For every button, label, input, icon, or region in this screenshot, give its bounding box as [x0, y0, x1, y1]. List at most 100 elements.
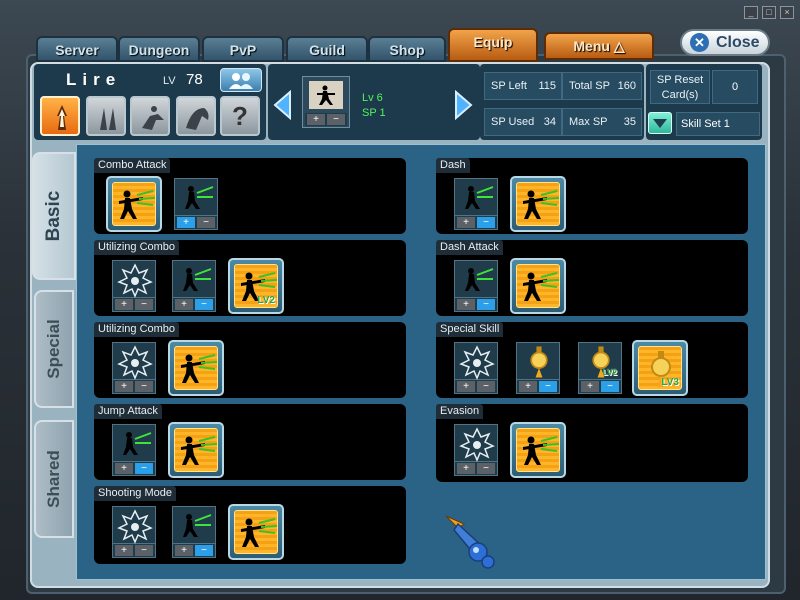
selected-skill-slot[interactable]: + −: [302, 76, 350, 128]
tab-pvp[interactable]: PvP: [202, 36, 284, 62]
minus-button[interactable]: −: [135, 545, 153, 556]
skill-card[interactable]: LV3: [632, 340, 688, 396]
plus-button[interactable]: +: [115, 463, 133, 474]
minus-button[interactable]: −: [539, 381, 557, 392]
skill-slot[interactable]: + −: [454, 260, 498, 312]
plus-button[interactable]: +: [115, 545, 133, 556]
plus-button[interactable]: +: [115, 381, 133, 392]
tab-basic[interactable]: Basic: [32, 152, 76, 280]
level-label: LV: [163, 75, 176, 87]
skill-slot[interactable]: + −: [112, 424, 156, 476]
skill-slot[interactable]: + −: [454, 424, 498, 476]
game-cursor-icon: [445, 515, 495, 569]
skill-slot[interactable]: + −: [516, 342, 560, 394]
skill-set-name: Skill Set 1: [676, 112, 760, 136]
max-sp-label: Max SP: [569, 116, 608, 128]
plus-button[interactable]: +: [457, 217, 475, 228]
group-title: Utilizing Combo: [94, 322, 180, 337]
skill-slot[interactable]: + −: [172, 260, 216, 312]
level-tag: LV2: [602, 368, 617, 377]
fire-arrow-icon[interactable]: [40, 96, 80, 136]
plus-button[interactable]: +: [581, 381, 599, 392]
plus-button[interactable]: +: [115, 299, 133, 310]
close-button[interactable]: ✕ Close: [680, 29, 770, 56]
next-skill-arrow-icon[interactable]: [452, 89, 474, 121]
minus-button[interactable]: −: [195, 299, 213, 310]
skill-card[interactable]: LV2: [228, 258, 284, 314]
tab-server[interactable]: Server: [36, 36, 118, 62]
sp-left-value: 115: [538, 80, 556, 92]
minus-button[interactable]: −: [195, 545, 213, 556]
minus-button[interactable]: −: [477, 217, 495, 228]
skill-slot[interactable]: + −: [112, 342, 156, 394]
question-icon[interactable]: ?: [220, 96, 260, 136]
prev-skill-arrow-icon[interactable]: [272, 89, 294, 121]
skill-card[interactable]: [168, 422, 224, 478]
tab-shared[interactable]: Shared: [34, 420, 74, 538]
sp-reset-cards-label: SP Reset Card(s): [650, 70, 710, 104]
tab-shared-label: Shared: [44, 450, 63, 508]
selected-skill-level: Lv 6: [362, 92, 383, 104]
tab-shop[interactable]: Shop: [368, 36, 446, 62]
tab-dungeon[interactable]: Dungeon: [118, 36, 200, 62]
skill-slot[interactable]: + −: [112, 260, 156, 312]
skill-minus-button[interactable]: −: [327, 114, 345, 125]
tab-special[interactable]: Special: [34, 290, 74, 408]
character-name: Lire: [66, 70, 122, 89]
minus-button[interactable]: −: [601, 381, 619, 392]
sp-used-value: 34: [543, 116, 556, 128]
close-button-label: Close: [716, 34, 760, 51]
twin-blades-icon[interactable]: [86, 96, 126, 136]
tab-special-label: Special: [44, 319, 63, 379]
group-title: Special Skill: [436, 322, 504, 337]
tab-menu[interactable]: Menu △: [544, 32, 654, 60]
group-title: Shooting Mode: [94, 486, 176, 501]
character-select-button[interactable]: [220, 68, 262, 92]
skill-slot[interactable]: + −: [172, 506, 216, 558]
maximize-icon[interactable]: □: [762, 6, 776, 19]
skill-set-dropdown-button[interactable]: [648, 112, 672, 134]
plus-button[interactable]: +: [175, 299, 193, 310]
skill-slot[interactable]: + −: [454, 178, 498, 230]
skill-slot[interactable]: + −: [454, 342, 498, 394]
character-level: 78: [186, 71, 203, 88]
skill-card[interactable]: [228, 504, 284, 560]
tab-equip[interactable]: Equip: [448, 28, 538, 62]
level-tag: LV3: [661, 377, 679, 388]
minus-button[interactable]: −: [477, 463, 495, 474]
minus-button[interactable]: −: [477, 381, 495, 392]
skill-card[interactable]: [106, 176, 162, 232]
skill-slot[interactable]: + −: [174, 178, 218, 230]
beast-icon[interactable]: [176, 96, 216, 136]
tab-guild[interactable]: Guild: [286, 36, 368, 62]
plus-button[interactable]: +: [177, 217, 195, 228]
skill-card[interactable]: [510, 176, 566, 232]
plus-button[interactable]: +: [457, 381, 475, 392]
plus-button[interactable]: +: [175, 545, 193, 556]
minus-button[interactable]: −: [135, 299, 153, 310]
skill-card[interactable]: [510, 422, 566, 478]
sp-used: SP Used 34: [484, 108, 562, 136]
tab-basic-label: Basic: [43, 190, 64, 242]
skill-card[interactable]: [510, 258, 566, 314]
selected-skill-sp: SP 1: [362, 107, 386, 119]
sp-left-label: SP Left: [491, 80, 527, 92]
group-title: Utilizing Combo: [94, 240, 180, 255]
sp-reset-cards-value: 0: [712, 70, 758, 104]
archer-pose-icon[interactable]: [130, 96, 170, 136]
skill-plus-button[interactable]: +: [307, 114, 325, 125]
window-close-icon[interactable]: ×: [780, 6, 794, 19]
minus-button[interactable]: −: [135, 463, 153, 474]
minus-button[interactable]: −: [197, 217, 215, 228]
skill-card[interactable]: [168, 340, 224, 396]
plus-button[interactable]: +: [457, 463, 475, 474]
minus-button[interactable]: −: [135, 381, 153, 392]
minimize-icon[interactable]: _: [744, 6, 758, 19]
plus-button[interactable]: +: [519, 381, 537, 392]
minus-button[interactable]: −: [477, 299, 495, 310]
skill-slot[interactable]: + −: [112, 506, 156, 558]
level-tag: LV2: [257, 295, 275, 306]
group-title: Jump Attack: [94, 404, 162, 419]
plus-button[interactable]: +: [457, 299, 475, 310]
skill-slot[interactable]: LV2 + −: [578, 342, 622, 394]
